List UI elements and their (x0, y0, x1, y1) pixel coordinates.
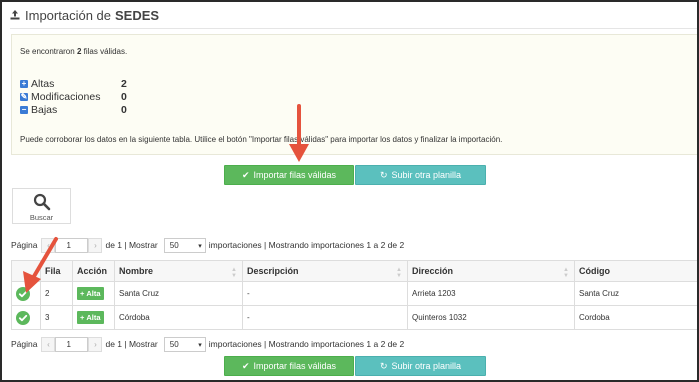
check-circle-icon (16, 286, 30, 301)
stat-label: Modificaciones (31, 91, 101, 103)
alta-badge: + Alta (77, 287, 104, 300)
check-icon: ✔ (241, 169, 250, 180)
col-accion[interactable]: Acción (72, 260, 115, 282)
minus-square-icon: − (20, 105, 28, 114)
page-label: Página (11, 240, 38, 250)
search-label: Buscar (29, 213, 54, 222)
import-valid-rows-button[interactable]: ✔ Importar filas válidas (224, 165, 354, 185)
page-size-select[interactable]: 50 ▾ (163, 336, 206, 352)
prev-page-button[interactable]: ‹ (41, 237, 56, 253)
table-header-row: Fila▲ Acción Nombre▲▼ Descripción▲▼ Dire… (11, 260, 697, 282)
alta-badge: + Alta (77, 311, 104, 324)
stat-value: 0 (121, 91, 127, 103)
sort-icon: ▲ ▼ (231, 267, 237, 279)
descripcion-cell: - (242, 305, 408, 330)
search-icon (33, 193, 51, 211)
page-title: Importación de SEDES (10, 5, 159, 25)
page-label: Página (11, 339, 38, 349)
title-divider (10, 28, 697, 29)
stat-value: 2 (121, 78, 127, 90)
stat-modificaciones: ✎ Modificaciones 0 (20, 91, 127, 103)
col-nombre[interactable]: Nombre ▲ ▼ (114, 260, 243, 282)
codigo-cell: Santa Cruz (574, 281, 697, 306)
col-direccion[interactable]: Dirección ▲ ▼ (407, 260, 575, 282)
stat-altas: + Altas 2 (20, 78, 127, 90)
import-table: Fila▲ Acción Nombre▲▼ Descripción▲▼ Dire… (11, 260, 697, 330)
import-valid-rows-button-bottom[interactable]: ✔ Importar filas válidas (224, 356, 354, 376)
instructions-text: Puede corroborar los datos en la siguien… (20, 135, 503, 144)
direccion-cell: Arrieta 1203 (407, 281, 575, 306)
col-status (11, 260, 41, 282)
records-summary: importaciones | Mostrando importaciones … (208, 339, 405, 349)
refresh-icon: ↻ (379, 169, 388, 180)
page-of-text: de 1 | Mostrar (105, 240, 158, 250)
import-window: Importación de SEDES Se encontraron 2 fi… (0, 0, 699, 382)
accion-cell: + Alta (72, 305, 115, 330)
check-icon: ✔ (241, 360, 250, 371)
col-fila[interactable]: Fila▲ (40, 260, 85, 282)
upload-another-sheet-button-bottom[interactable]: ↻ Subir otra planilla (355, 356, 486, 376)
sort-icon: ▲ ▼ (563, 267, 569, 279)
upload-icon (10, 10, 20, 20)
upload-another-sheet-button[interactable]: ↻ Subir otra planilla (355, 165, 486, 185)
status-cell (11, 305, 41, 330)
fila-cell: 3 (40, 305, 73, 330)
stat-bajas: − Bajas 0 (20, 104, 127, 116)
sort-icon: ▲ ▼ (396, 267, 402, 279)
page-of-text: de 1 | Mostrar (105, 339, 158, 349)
chevron-down-icon: ▾ (198, 242, 202, 250)
table-row: 2 + Alta Santa Cruz - Arrieta 1203 Santa … (11, 281, 697, 306)
codigo-cell: Cordoba (574, 305, 697, 330)
next-page-button[interactable]: › (88, 237, 103, 253)
found-rows-text: Se encontraron 2 filas válidas. (20, 47, 128, 56)
nombre-cell: Santa Cruz (114, 281, 243, 306)
table-row: 3 + Alta Córdoba - Quinteros 1032 Cordoba (11, 305, 697, 330)
col-codigo[interactable]: Código (574, 260, 697, 282)
pagination-bottom: Página ‹ 1 › de 1 | Mostrar 50 ▾ importa… (11, 336, 404, 352)
check-circle-icon (16, 310, 30, 325)
chevron-down-icon: ▾ (198, 341, 202, 349)
stat-label: Altas (31, 78, 55, 90)
search-button[interactable]: Buscar (12, 188, 71, 224)
page-size-select[interactable]: 50 ▾ (163, 237, 206, 253)
page-number-input[interactable]: 1 (55, 237, 89, 253)
plus-square-icon: + (20, 79, 28, 88)
title-prefix: Importación de (25, 7, 111, 23)
plus-icon: + (80, 313, 85, 322)
col-descripcion[interactable]: Descripción ▲ ▼ (242, 260, 408, 282)
summary-panel: Se encontraron 2 filas válidas. + Altas … (11, 34, 697, 155)
plus-icon: + (80, 289, 85, 298)
pagination-top: Página ‹ 1 › de 1 | Mostrar 50 ▾ importa… (11, 237, 404, 253)
descripcion-cell: - (242, 281, 408, 306)
page-number-input[interactable]: 1 (55, 336, 89, 352)
title-entity: SEDES (115, 7, 160, 23)
edit-square-icon: ✎ (20, 92, 28, 101)
direccion-cell: Quinteros 1032 (407, 305, 575, 330)
accion-cell: + Alta (72, 281, 115, 306)
fila-cell: 2 (40, 281, 73, 306)
prev-page-button[interactable]: ‹ (41, 336, 56, 352)
next-page-button[interactable]: › (88, 336, 103, 352)
records-summary: importaciones | Mostrando importaciones … (208, 240, 405, 250)
stat-label: Bajas (31, 104, 58, 116)
stat-value: 0 (121, 104, 127, 116)
nombre-cell: Córdoba (114, 305, 243, 330)
status-cell (11, 281, 41, 306)
refresh-icon: ↻ (379, 360, 388, 371)
